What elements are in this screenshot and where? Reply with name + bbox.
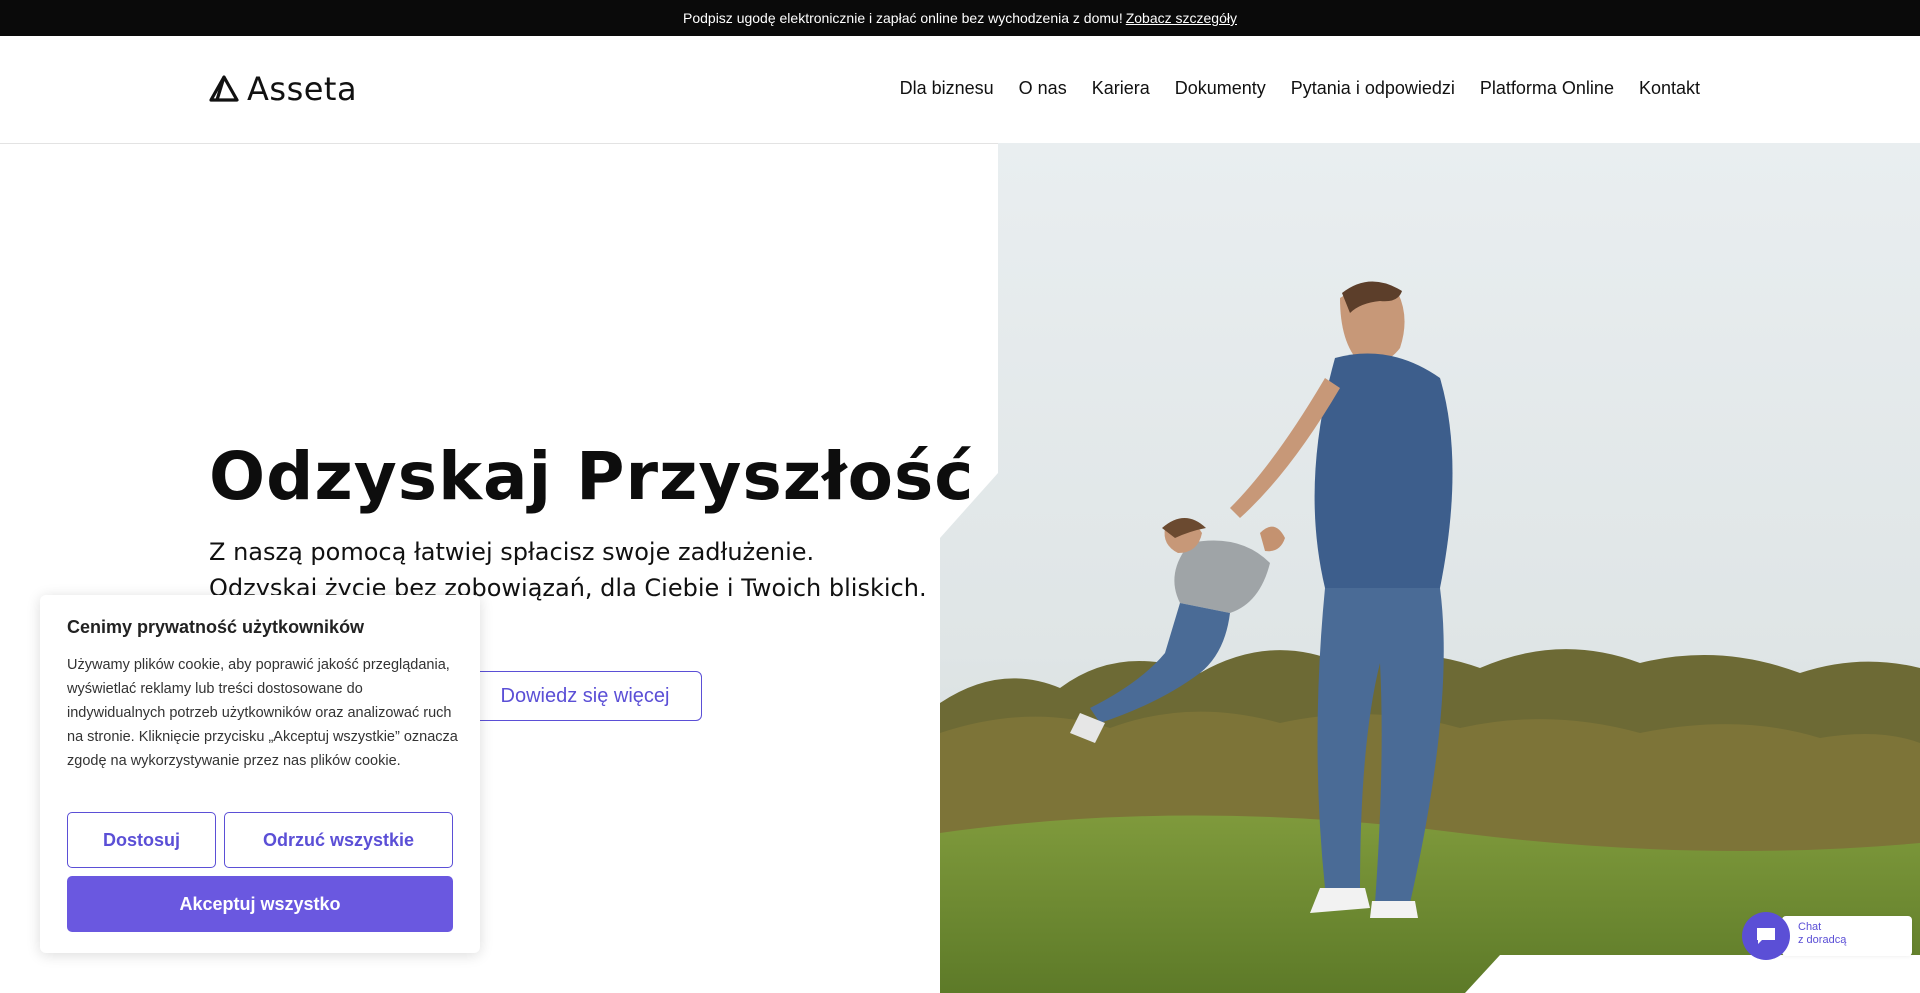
- hero-title: Odzyskaj Przyszłość: [209, 438, 975, 515]
- chat-bubble-icon[interactable]: [1742, 912, 1790, 960]
- announcement-text: Podpisz ugodę elektronicznie i zapłać on…: [683, 10, 1123, 26]
- cookie-text: Używamy plików cookie, aby poprawić jako…: [67, 657, 458, 769]
- announcement-details-link[interactable]: Zobacz szczegóły: [1126, 10, 1237, 26]
- nav-item-pytania-i-odpowiedzi[interactable]: Pytania i odpowiedzi: [1291, 78, 1455, 99]
- accept-all-button[interactable]: Akceptuj wszystko: [67, 876, 453, 932]
- cookie-consent-dialog: Cenimy prywatność użytkowników Używamy p…: [40, 595, 480, 953]
- hero-subtitle-line-1: Z naszą pomocą łatwiej spłacisz swoje za…: [209, 538, 815, 566]
- main-nav: Dla biznesu O nas Kariera Dokumenty Pyta…: [900, 78, 1700, 99]
- triangle-logo-icon: [209, 75, 239, 102]
- reject-all-button[interactable]: Odrzuć wszystkie: [224, 812, 453, 868]
- chat-label[interactable]: Chat z doradcą: [1782, 916, 1912, 956]
- nav-item-dla-biznesu[interactable]: Dla biznesu: [900, 78, 994, 99]
- nav-item-kariera[interactable]: Kariera: [1092, 78, 1150, 99]
- learn-more-button[interactable]: Dowiedz się więcej: [468, 671, 702, 721]
- hero-image: [940, 143, 1920, 993]
- logo[interactable]: Asseta: [209, 70, 357, 108]
- chat-label-line-1: Chat: [1798, 921, 1822, 933]
- customize-button[interactable]: Dostosuj: [67, 812, 216, 868]
- nav-item-kontakt[interactable]: Kontakt: [1639, 78, 1700, 99]
- nav-item-o-nas[interactable]: O nas: [1019, 78, 1067, 99]
- announcement-bar: Podpisz ugodę elektronicznie i zapłać on…: [0, 0, 1920, 36]
- nav-item-dokumenty[interactable]: Dokumenty: [1175, 78, 1266, 99]
- chat-label-line-2: z doradcą: [1798, 934, 1847, 946]
- cookie-title: Cenimy prywatność użytkowników: [67, 617, 365, 637]
- site-header: Asseta Dla biznesu O nas Kariera Dokumen…: [0, 36, 1920, 144]
- chat-widget[interactable]: Chat z doradcą: [1742, 912, 1912, 960]
- nav-item-platforma-online[interactable]: Platforma Online: [1480, 78, 1614, 99]
- logo-text: Asseta: [247, 70, 358, 108]
